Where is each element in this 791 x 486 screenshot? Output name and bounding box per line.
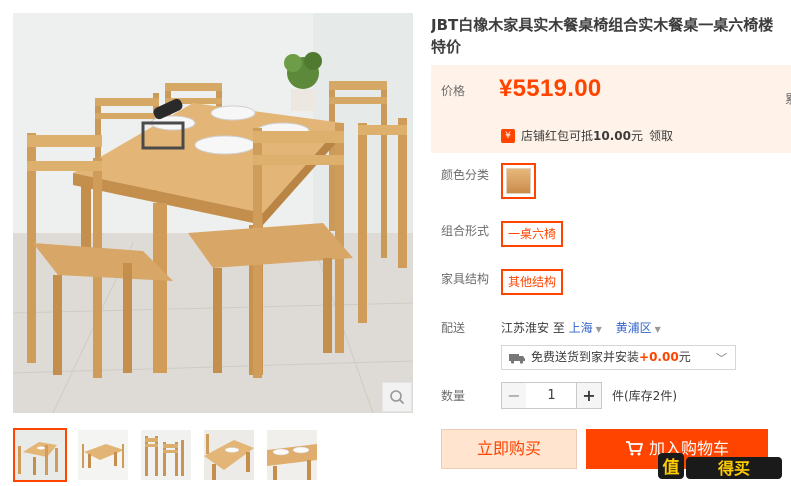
- product-title: JBT白橡木家具实木餐桌椅组合实木餐桌一桌六椅楼 特价: [431, 14, 791, 58]
- shipping-district-select[interactable]: 黄浦区: [616, 321, 652, 335]
- color-label: 颜色分类: [441, 168, 490, 182]
- quantity-increase-button[interactable]: +: [576, 382, 602, 409]
- shipping-method-select[interactable]: 免费送货到家并安装 +0.00 元 ﹀: [501, 345, 736, 370]
- coupon-amount: 10.00: [593, 128, 631, 143]
- shipping-route: 江苏淮安 至 上海 ▼ 黄浦区 ▼: [501, 319, 671, 336]
- price-panel: 价格 ¥5519.00 累 ¥ 店铺红包可抵 10.00 元 领取: [431, 65, 791, 153]
- shipping-method-text: 免费送货到家并安装: [531, 350, 640, 364]
- product-title-line-1: JBT白橡木家具实木餐桌椅组合实木餐桌一桌六椅楼: [431, 16, 774, 34]
- structure-label: 家具结构: [441, 272, 490, 286]
- shipping-origin: 江苏淮安 至: [501, 321, 565, 335]
- wood-color-sample: [506, 168, 531, 194]
- chevron-down-icon: ﹀: [716, 352, 727, 365]
- color-option-swatch[interactable]: [501, 163, 536, 199]
- price-side-label: 累: [785, 90, 791, 107]
- quantity-label: 数量: [441, 389, 466, 403]
- combo-option-one-table-six-chairs[interactable]: 一桌六椅: [501, 221, 564, 247]
- buy-now-button[interactable]: 立即购买: [441, 429, 577, 469]
- caret-down-icon: ▼: [654, 325, 661, 334]
- thumbnail-1[interactable]: [13, 428, 67, 482]
- structure-option-other[interactable]: 其他结构: [501, 269, 564, 295]
- thumbnail-3[interactable]: [139, 428, 193, 482]
- magnifier-icon: [390, 390, 405, 405]
- shipping-label: 配送: [441, 321, 466, 335]
- truck-icon: [509, 353, 525, 364]
- coupon-claim-link[interactable]: 领取: [649, 127, 673, 144]
- shipping-fee-unit: 元: [678, 350, 691, 364]
- thumbnail-4[interactable]: [202, 428, 256, 482]
- coupon-prefix: 店铺红包可抵: [521, 129, 594, 143]
- coupon-icon: ¥: [501, 128, 515, 143]
- product-title-line-2: 特价: [431, 38, 462, 56]
- thumbnail-image: [141, 430, 191, 480]
- zoom-button[interactable]: [382, 382, 412, 412]
- main-product-image[interactable]: [13, 13, 413, 413]
- thumbnail-5[interactable]: [265, 428, 319, 482]
- price-value: ¥5519.00: [499, 75, 602, 102]
- cart-icon: [625, 440, 643, 455]
- thumbnail-image: [15, 430, 65, 480]
- svg-text:得买: 得买: [717, 459, 750, 478]
- caret-down-icon: ▼: [595, 325, 602, 334]
- stock-info: 件(库存2件): [612, 389, 677, 403]
- watermark-logo: 值 得买: [658, 453, 782, 479]
- thumbnail-image: [267, 430, 317, 480]
- thumbnail-image: [78, 430, 128, 480]
- thumbnail-2[interactable]: [76, 428, 130, 482]
- coupon-suffix: 元: [630, 129, 643, 143]
- shop-coupon: ¥ 店铺红包可抵 10.00 元 领取: [501, 127, 673, 144]
- quantity-input[interactable]: [526, 382, 577, 409]
- price-label: 价格: [441, 84, 466, 98]
- combo-label: 组合形式: [441, 224, 490, 238]
- dining-set-photo: [13, 13, 413, 413]
- svg-text:值: 值: [663, 457, 680, 478]
- shipping-city-select[interactable]: 上海: [569, 321, 593, 335]
- shipping-fee: +0.00: [639, 350, 679, 364]
- thumbnail-image: [204, 430, 254, 480]
- quantity-decrease-button[interactable]: −: [501, 382, 527, 409]
